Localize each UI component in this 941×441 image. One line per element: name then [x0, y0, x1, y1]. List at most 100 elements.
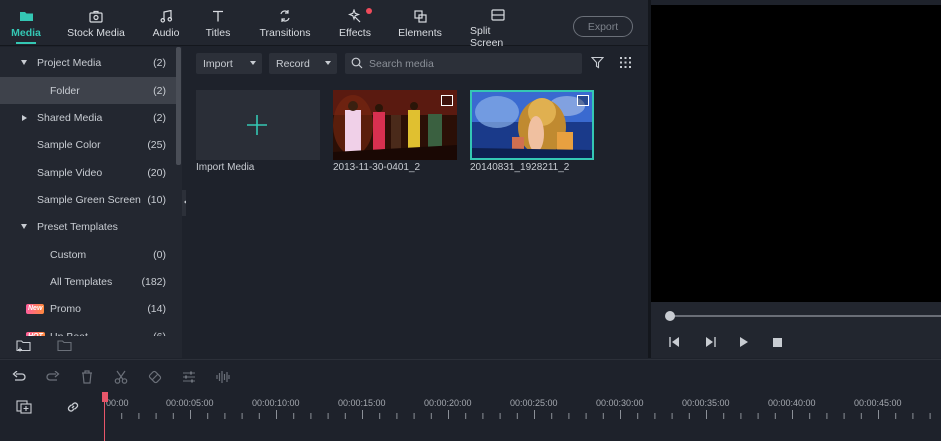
sidebar-item-sample-green-screen[interactable]: Sample Green Screen (10) [0, 186, 176, 213]
preview-player-screen [651, 5, 941, 302]
preview-scrubber-knob[interactable] [665, 311, 675, 321]
sidebar-item-count: (2) [153, 56, 166, 69]
import-dropdown[interactable]: Import [196, 53, 262, 74]
sidebar-item-count: (2) [153, 84, 166, 97]
record-dropdown[interactable]: Record [269, 53, 337, 74]
chevron-down-icon [325, 61, 331, 65]
sidebar-item-all-templates[interactable]: All Templates (182) [0, 268, 176, 295]
sidebar-item-custom[interactable]: Custom (0) [0, 241, 176, 268]
sidebar-item-shared-media[interactable]: Shared Media (2) [0, 104, 176, 131]
sidebar-item-sample-video[interactable]: Sample Video (20) [0, 159, 176, 186]
record-label: Record [276, 57, 310, 70]
media-item-label: 20140831_1928211_2 [470, 162, 570, 173]
tab-titles[interactable]: Titles [202, 0, 234, 46]
tab-label: Split Screen [470, 25, 504, 49]
scissors-icon[interactable] [112, 368, 130, 386]
grid-view-icon[interactable] [619, 56, 632, 72]
expand-arrow-icon[interactable] [21, 60, 27, 65]
new-badge: New [26, 303, 45, 314]
media-item-label: Import Media [196, 162, 255, 173]
chevron-down-icon [250, 61, 256, 65]
sidebar-footer [0, 336, 182, 358]
sidebar-item-folder[interactable]: Folder (2) [0, 77, 176, 104]
add-track-icon[interactable] [16, 400, 32, 417]
tab-elements[interactable]: Elements [398, 0, 442, 46]
playhead-handle[interactable] [102, 392, 108, 402]
sidebar-item-count: (10) [147, 193, 166, 206]
sidebar-item-sample-color[interactable]: Sample Color (25) [0, 131, 176, 158]
sidebar-item-label: Folder [50, 84, 80, 97]
tab-audio[interactable]: Audio [148, 0, 184, 46]
folder-outline-icon[interactable] [57, 339, 73, 356]
tab-split-screen[interactable]: Split Screen [470, 0, 526, 49]
tab-media[interactable]: Media [8, 0, 44, 46]
sidebar-item-count: (2) [153, 111, 166, 124]
tab-label: Transitions [259, 27, 311, 39]
preview-scrubber-track[interactable] [671, 315, 941, 317]
timeline-ruler[interactable]: 00:00 00:00:05:00 00:00:10:00 00:00:15:0… [104, 392, 941, 422]
video-thumbnail-idol-image [472, 92, 592, 158]
media-thumbnail[interactable] [333, 90, 457, 160]
search-icon [351, 57, 363, 72]
sidebar-item-count: (25) [147, 138, 166, 151]
tab-label: Stock Media [67, 27, 125, 39]
audio-waveform-icon[interactable] [214, 368, 232, 386]
video-type-icon [577, 95, 589, 106]
previous-frame-icon[interactable] [669, 337, 681, 350]
split-screen-icon [490, 9, 506, 21]
search-box[interactable] [345, 53, 582, 74]
next-frame-icon[interactable] [704, 337, 716, 350]
undo-icon[interactable] [10, 368, 28, 386]
media-thumbnail-selected[interactable] [470, 90, 594, 160]
search-input[interactable] [369, 57, 569, 70]
ruler-ticks [104, 410, 931, 419]
media-panel: Import Record Import Media [186, 47, 648, 358]
stop-icon[interactable] [773, 338, 782, 350]
sidebar-item-count: (20) [147, 166, 166, 179]
plus-icon [246, 114, 268, 139]
tab-label: Audio [152, 27, 180, 39]
delete-icon[interactable] [78, 368, 96, 386]
redo-icon[interactable] [44, 368, 62, 386]
sidebar-item-project-media[interactable]: Project Media (2) [0, 49, 176, 76]
sparkle-icon [347, 9, 363, 23]
sidebar-item-label: Sample Green Screen [37, 193, 141, 206]
sidebar-item-preset-templates[interactable]: Preset Templates [0, 213, 176, 240]
sidebar-item-count: (14) [147, 302, 166, 315]
top-tab-bar: Media Stock Media Audio Titles Transitio… [0, 0, 648, 49]
sidebar-scrollbar[interactable] [176, 47, 181, 165]
video-type-icon [441, 95, 453, 106]
media-library-sidebar: Project Media (2) Folder (2) Shared Medi… [0, 47, 182, 358]
import-label: Import [203, 57, 233, 70]
collapse-arrow-icon[interactable] [22, 114, 27, 121]
tab-stock-media[interactable]: Stock Media [66, 0, 126, 46]
tag-icon[interactable] [146, 368, 164, 386]
filter-icon[interactable] [590, 56, 605, 72]
elements-icon [412, 9, 428, 23]
transition-arrows-icon [277, 9, 293, 23]
tab-transitions[interactable]: Transitions [256, 0, 314, 46]
sidebar-item-promo[interactable]: New Promo (14) [0, 295, 176, 322]
new-folder-icon[interactable] [16, 339, 32, 356]
expand-arrow-icon[interactable] [21, 224, 27, 229]
sidebar-item-label: Sample Color [37, 138, 101, 151]
play-icon[interactable] [739, 337, 749, 350]
sidebar-item-label: All Templates [50, 275, 113, 288]
media-item-label: 2013-11-30-0401_2 [333, 162, 421, 173]
video-editor-window: Media Stock Media Audio Titles Transitio… [0, 0, 941, 441]
tab-label: Elements [398, 27, 442, 39]
folder-icon [18, 9, 34, 23]
stock-media-icon [88, 9, 104, 23]
import-media-tile[interactable] [196, 90, 320, 160]
adjust-sliders-icon[interactable] [180, 368, 198, 386]
music-note-icon [158, 9, 174, 23]
sidebar-item-label: Promo [50, 302, 81, 315]
sidebar-item-label: Preset Templates [37, 220, 118, 233]
tab-effects[interactable]: Effects [336, 0, 374, 46]
link-icon[interactable] [66, 400, 80, 417]
sidebar-item-label: Shared Media [37, 111, 103, 124]
sidebar-item-label: Custom [50, 248, 87, 261]
tab-label: Titles [205, 27, 231, 39]
export-button[interactable]: Export [573, 16, 633, 37]
timeline-toolbar [0, 359, 941, 392]
